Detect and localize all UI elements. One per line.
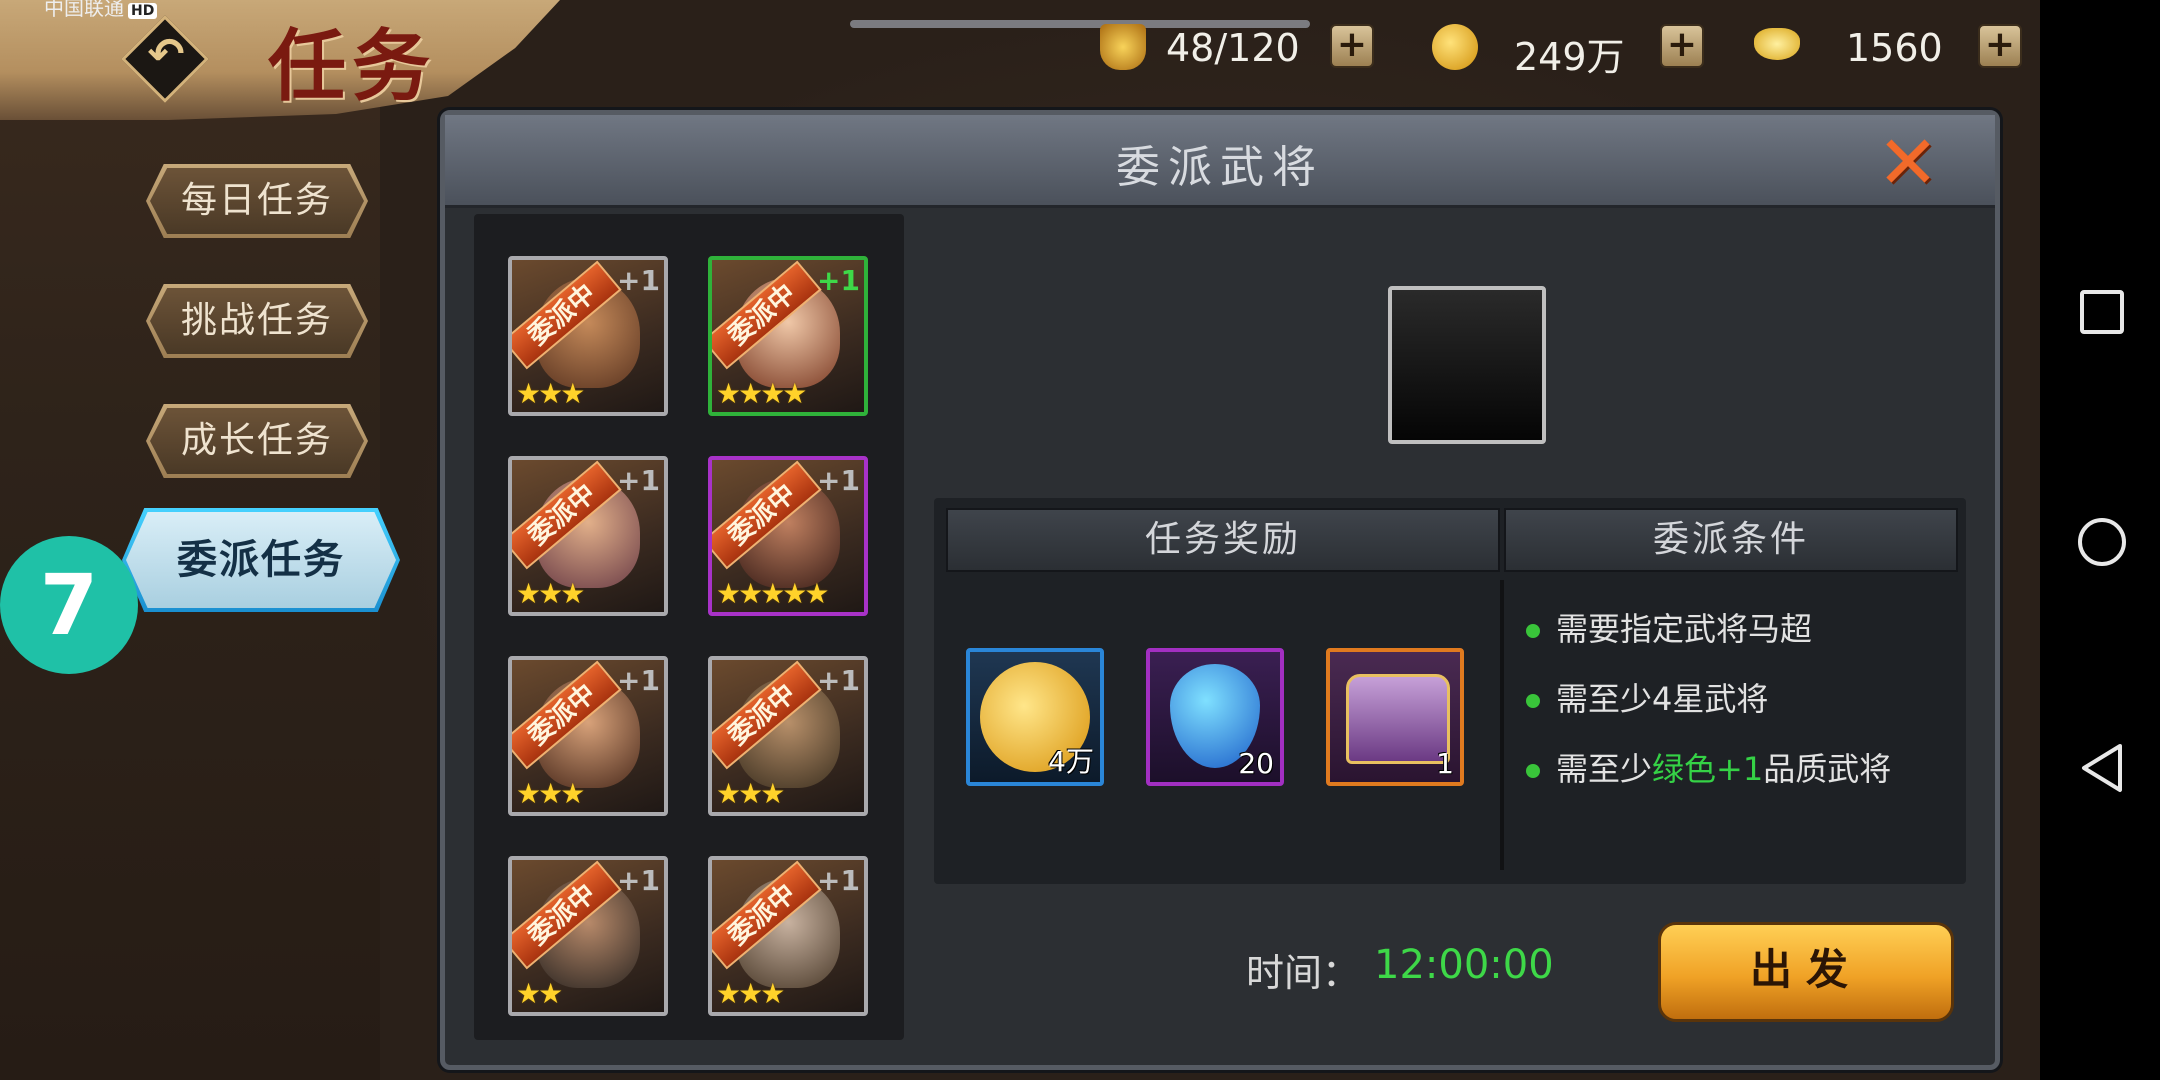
star-rating: ★★★ [716,977,785,1010]
condition-item: 需至少绿色+1品质武将 [1526,744,1891,790]
reward-gold[interactable]: 4万 [966,648,1104,786]
depart-button[interactable]: 出发 [1658,922,1954,1022]
hero-card[interactable]: 委派中 +1 ★★★ [708,856,868,1016]
bullet-icon [1526,624,1540,638]
carrier-label: 中国联通 HD [44,0,158,21]
star-rating: ★★★★★ [716,577,830,610]
hero-plus-level: +1 [817,864,860,897]
condition-item: 需要指定武将马超 [1526,604,1812,650]
tab-growth-label: 成长任务 [150,408,364,474]
triangle-back-icon[interactable] [2078,742,2126,794]
tab-growth[interactable]: 成长任务 [146,404,368,478]
hero-plus-level: +1 [617,464,660,497]
hero-card[interactable]: 委派中 +1 ★★★ [508,256,668,416]
reward-count: 20 [1238,747,1274,780]
reward-energy[interactable]: 20 [1146,648,1284,786]
back-arrow-icon[interactable]: ↶ [138,20,194,90]
condition-item: 需至少4星武将 [1526,674,1768,720]
gold-plus-button[interactable]: + [1660,24,1704,68]
hd-icon: HD [128,3,158,19]
ingot-value: 1560 [1846,26,1943,70]
treasure-chest-icon [1346,674,1450,764]
circle-icon[interactable] [2078,518,2126,566]
system-nav-bar [2040,0,2160,1080]
hero-assign-slot[interactable] [1388,286,1546,444]
tab-challenge-label: 挑战任务 [150,288,364,354]
condition-header: 委派条件 [1504,508,1958,572]
stamina-resource: 48/120 + [1100,18,1374,78]
reward-count: 1 [1436,747,1454,780]
close-x-icon[interactable]: ✕ [1873,126,1943,200]
gold-resource: 249万 + [1432,18,1712,79]
hero-plus-level: +1 [617,664,660,697]
bullet-icon [1526,694,1540,708]
tab-daily[interactable]: 每日任务 [146,164,368,238]
hero-plus-level: +1 [617,864,660,897]
reward-count: 4万 [1048,745,1094,778]
square-icon[interactable] [2080,290,2124,334]
star-rating: ★★★★ [716,377,807,410]
ingot-icon [1754,28,1800,60]
game-area: ↶ 任务 中国联通 HD 48/120 + 249万 + 1560 + 每日任务 … [0,0,2040,1080]
time-value: 12:00:00 [1374,942,1554,988]
gold-coin-icon [1432,24,1478,70]
modal-title: 委派武将 [1116,142,1324,193]
tab-dispatch-label: 委派任务 [126,512,396,608]
bullet-icon [1526,764,1540,778]
ingot-resource: 1560 + [1754,18,2034,78]
status-bar: 中国联通 HD [0,0,2040,20]
ingot-plus-button[interactable]: + [1978,24,2022,68]
panel-divider [1500,580,1504,870]
hero-card[interactable]: 委派中 +1 ★★★ [708,656,868,816]
time-label: 时间： [1246,951,1361,995]
hero-card[interactable]: 委派中 +1 ★★ [508,856,668,1016]
tab-daily-label: 每日任务 [150,168,364,234]
page-title: 任务 [268,21,437,112]
app-badge: 7 [0,536,138,674]
hero-card[interactable]: 委派中 +1 ★★★★ [708,256,868,416]
stamina-plus-button[interactable]: + [1330,24,1374,68]
star-rating: ★★★ [516,377,585,410]
hero-card[interactable]: 委派中 +1 ★★★★★ [708,456,868,616]
star-rating: ★★ [516,977,563,1010]
modal-header: 委派武将 ✕ [445,115,1995,208]
star-rating: ★★★ [716,777,785,810]
star-rating: ★★★ [516,777,585,810]
reward-header: 任务奖励 [946,508,1500,572]
reward-chest[interactable]: 1 [1326,648,1464,786]
hero-card[interactable]: 委派中 +1 ★★★ [508,656,668,816]
tab-dispatch[interactable]: 委派任务 [122,508,400,612]
stamina-value: 48/120 [1166,26,1300,70]
hero-plus-level: +1 [617,264,660,297]
hero-plus-level: +1 [817,464,860,497]
stamina-icon [1100,24,1146,70]
hero-card[interactable]: 委派中 +1 ★★★ [508,456,668,616]
gold-value: 249万 [1514,35,1625,79]
hero-plus-level: +1 [817,664,860,697]
hero-plus-level: +1 [817,264,860,297]
tab-challenge[interactable]: 挑战任务 [146,284,368,358]
star-rating: ★★★ [516,577,585,610]
